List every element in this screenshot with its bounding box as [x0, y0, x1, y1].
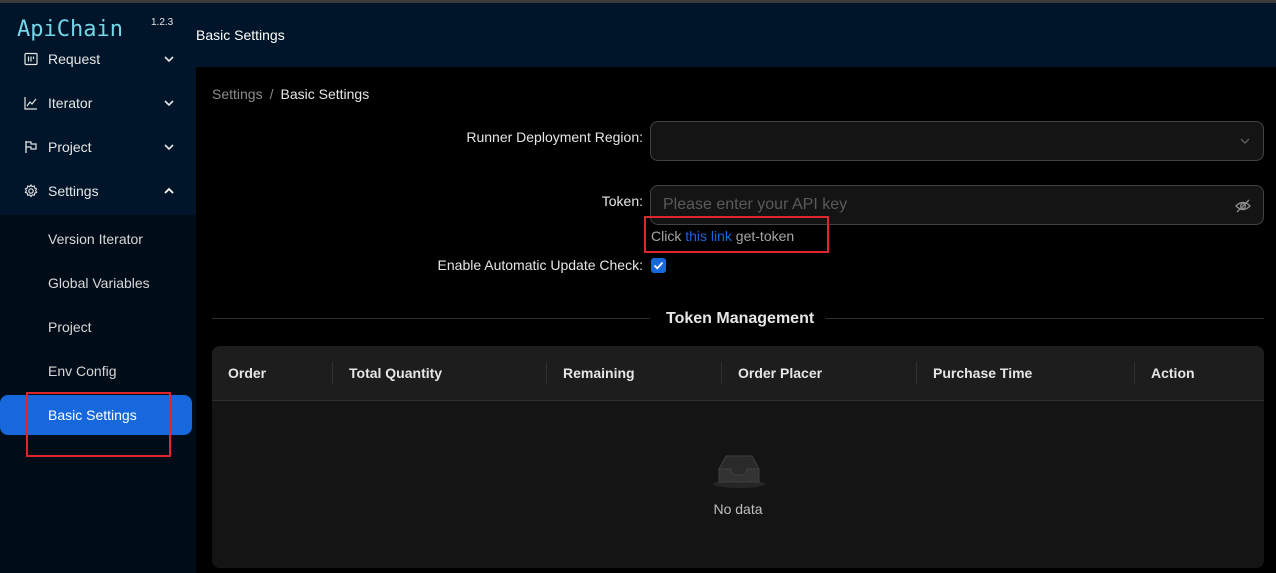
sidebar-item-label: Iterator — [48, 95, 93, 111]
column-header-action: Action — [1151, 365, 1195, 381]
chart-icon — [24, 96, 38, 110]
eye-invisible-icon[interactable] — [1234, 197, 1252, 215]
token-table: Order Total Quantity Remaining Order Pla… — [212, 346, 1264, 568]
region-select[interactable] — [650, 121, 1264, 161]
sidebar-item-label: Settings — [48, 183, 99, 199]
hint-prefix: Click — [651, 228, 686, 244]
submenu-item-version-iterator[interactable]: Version Iterator — [0, 219, 196, 259]
sidebar-item-project[interactable]: Project — [0, 125, 196, 169]
auto-update-label: Enable Automatic Update Check: — [437, 257, 643, 273]
submenu-item-global-variables[interactable]: Global Variables — [0, 263, 196, 303]
token-label: Token: — [601, 193, 643, 209]
breadcrumb-current: Basic Settings — [280, 86, 370, 102]
column-separator — [546, 362, 547, 384]
column-header-order: Order — [228, 365, 267, 381]
gear-icon — [24, 184, 38, 198]
token-hint: Click this link get-token — [651, 228, 794, 244]
sidebar-item-label: Request — [48, 51, 101, 67]
column-separator — [332, 362, 333, 384]
sidebar-item-settings[interactable]: Settings — [0, 169, 196, 213]
hint-suffix: get-token — [731, 228, 795, 244]
auto-update-checkbox[interactable] — [651, 258, 666, 273]
get-token-link[interactable]: this link — [685, 228, 732, 244]
token-management-title: Token Management — [666, 310, 815, 327]
empty-state-text: No data — [713, 501, 763, 517]
empty-inbox-icon — [713, 455, 765, 488]
sidebar-item-label: Project — [48, 139, 92, 155]
table-header: Order Total Quantity Remaining Order Pla… — [212, 346, 1264, 401]
chevron-down-icon — [164, 56, 174, 63]
app-version: 1.2.3 — [151, 17, 174, 28]
chevron-up-icon — [164, 187, 174, 194]
breadcrumb: Settings / Basic Settings — [212, 86, 369, 102]
settings-submenu: Version Iterator Global Variables Projec… — [0, 215, 196, 573]
request-icon — [24, 52, 38, 66]
column-header-order-placer: Order Placer — [738, 365, 823, 381]
chevron-down-icon — [164, 144, 174, 151]
region-label: Runner Deployment Region: — [466, 129, 643, 145]
divider-left — [212, 318, 650, 319]
table-body: No data — [212, 401, 1264, 568]
column-separator — [1134, 362, 1135, 384]
column-separator — [916, 362, 917, 384]
chevron-down-icon — [164, 100, 174, 107]
header-title: Basic Settings — [196, 27, 285, 43]
flag-icon — [24, 140, 38, 154]
column-header-purchase-time: Purchase Time — [933, 365, 1033, 381]
token-input[interactable] — [663, 196, 1223, 214]
submenu-item-project[interactable]: Project — [0, 307, 196, 347]
sidebar: ApiChain 1.2.3 Request Iterator Project … — [0, 3, 196, 573]
submenu-item-basic-settings[interactable]: Basic Settings — [0, 395, 192, 435]
column-header-total-quantity: Total Quantity — [349, 365, 443, 381]
column-header-remaining: Remaining — [563, 365, 635, 381]
token-field — [650, 185, 1264, 225]
page-header: Basic Settings — [196, 3, 1276, 67]
divider-right — [826, 318, 1264, 319]
breadcrumb-separator: / — [269, 86, 274, 102]
column-separator — [721, 362, 722, 384]
submenu-item-env-config[interactable]: Env Config — [0, 351, 196, 391]
check-icon — [653, 261, 664, 270]
sidebar-item-request[interactable]: Request — [0, 37, 196, 81]
chevron-down-icon — [1240, 138, 1250, 144]
sidebar-item-iterator[interactable]: Iterator — [0, 81, 196, 125]
breadcrumb-parent[interactable]: Settings — [212, 86, 263, 102]
